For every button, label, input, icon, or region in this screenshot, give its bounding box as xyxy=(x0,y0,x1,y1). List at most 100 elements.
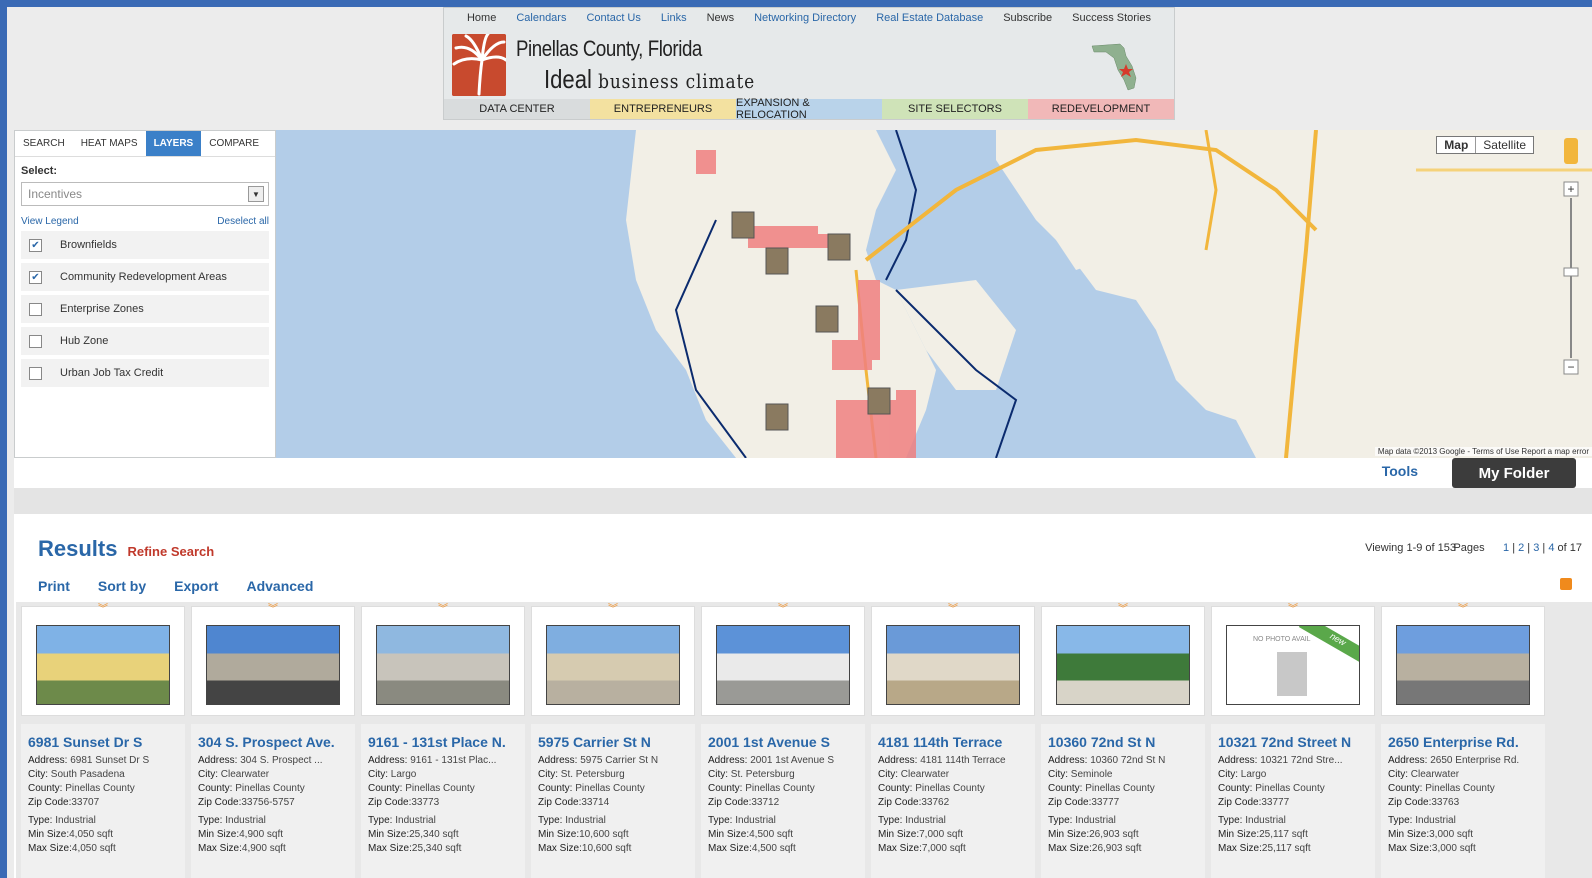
deselect-all-link[interactable]: Deselect all xyxy=(217,216,269,227)
listing-title[interactable]: 6981 Sunset Dr S xyxy=(28,734,178,750)
expand-arrows-icon[interactable]: ︾ xyxy=(948,605,958,615)
listing-card[interactable]: ︾ 304 S. Prospect Ave. Address: 304 S. Pro… xyxy=(188,602,358,878)
listing-title[interactable]: 5975 Carrier St N xyxy=(538,734,688,750)
section-site-selectors[interactable]: SITE SELECTORS xyxy=(882,99,1028,119)
expand-arrows-icon[interactable]: ︾ xyxy=(608,605,618,615)
checkbox-urban-job-tax-credit[interactable] xyxy=(29,366,42,380)
listing-address: Address: 2650 Enterprise Rd. xyxy=(1388,754,1538,768)
map-attribution[interactable]: Map data ©2013 Google - Terms of Use Rep… xyxy=(1374,447,1592,456)
expand-arrows-icon[interactable]: ︾ xyxy=(438,605,448,615)
nav-real-estate-database[interactable]: Real Estate Database xyxy=(866,12,993,24)
listing-card[interactable]: ︾ 2650 Enterprise Rd. Address: 2650 Enterp… xyxy=(1378,602,1548,878)
section-redevelopment[interactable]: REDEVELOPMENT xyxy=(1028,99,1174,119)
sort-by-link[interactable]: Sort by xyxy=(98,578,146,594)
listing-photo[interactable] xyxy=(206,625,340,705)
page-3[interactable]: 3 xyxy=(1533,542,1539,554)
layer-community-redevelopment[interactable]: ✔ Community Redevelopment Areas xyxy=(21,263,269,291)
map-canvas[interactable] xyxy=(276,130,1592,458)
listing-card[interactable]: ︾ 4181 114th Terrace Address: 4181 114th T… xyxy=(868,602,1038,878)
listing-title[interactable]: 2650 Enterprise Rd. xyxy=(1388,734,1538,750)
listing-title[interactable]: 304 S. Prospect Ave. xyxy=(198,734,348,750)
checkbox-hub-zone[interactable] xyxy=(29,334,42,348)
tab-search[interactable]: SEARCH xyxy=(15,131,73,156)
advanced-link[interactable]: Advanced xyxy=(246,578,313,594)
nav-links[interactable]: Links xyxy=(651,12,697,24)
expand-arrows-icon[interactable]: ︾ xyxy=(98,605,108,615)
tab-heat-maps[interactable]: HEAT MAPS xyxy=(73,131,146,156)
checkbox-community-redevelopment[interactable]: ✔ xyxy=(29,270,42,284)
map-view[interactable]: Map Satellite + − Map data ©2013 Google … xyxy=(276,130,1592,458)
listing-photo-frame: ︾ xyxy=(361,605,525,716)
legend-row: View Legend Deselect all xyxy=(21,216,269,227)
my-folder-button[interactable]: My Folder xyxy=(1452,458,1576,488)
nav-calendars[interactable]: Calendars xyxy=(506,12,576,24)
layer-enterprise-zones[interactable]: Enterprise Zones xyxy=(21,295,269,323)
listing-min-size: Min Size:10,600 sqft xyxy=(538,828,688,842)
print-link[interactable]: Print xyxy=(38,578,70,594)
listing-photo[interactable] xyxy=(1056,625,1190,705)
map-button[interactable]: Map xyxy=(1437,137,1477,153)
listing-card[interactable]: ︾ 10360 72nd St N Address: 10360 72nd St N… xyxy=(1038,602,1208,878)
listing-photo[interactable]: NO PHOTO AVAIL new xyxy=(1226,625,1360,705)
listing-photo[interactable] xyxy=(1396,625,1530,705)
nav-home[interactable]: Home xyxy=(457,12,506,24)
layer-urban-job-tax-credit[interactable]: Urban Job Tax Credit xyxy=(21,359,269,387)
expand-arrows-icon[interactable]: ︾ xyxy=(778,605,788,615)
layer-hub-zone[interactable]: Hub Zone xyxy=(21,327,269,355)
listing-max-size: Max Size:7,000 sqft xyxy=(878,842,1028,856)
page-4[interactable]: 4 xyxy=(1548,542,1554,554)
zoom-control[interactable]: + − xyxy=(1560,138,1582,378)
nav-subscribe[interactable]: Subscribe xyxy=(993,12,1062,24)
refine-search-link[interactable]: Refine Search xyxy=(127,544,214,559)
tab-layers[interactable]: LAYERS xyxy=(145,131,202,156)
listing-title[interactable]: 2001 1st Avenue S xyxy=(708,734,858,750)
section-expansion-relocation[interactable]: EXPANSION & RELOCATION xyxy=(736,97,882,121)
tools-link[interactable]: Tools xyxy=(1382,463,1418,479)
listing-photo-frame: ︾ xyxy=(871,605,1035,716)
layer-brownfields[interactable]: ✔ Brownfields xyxy=(21,231,269,259)
listing-card[interactable]: ︾ 9161 - 131st Place N. Address: 9161 - 13… xyxy=(358,602,528,878)
listing-photo[interactable] xyxy=(376,625,510,705)
listing-card[interactable]: ︾ 6981 Sunset Dr S Address: 6981 Sunset Dr… xyxy=(18,602,188,878)
listing-title[interactable]: 4181 114th Terrace xyxy=(878,734,1028,750)
logo-ideal: Ideal xyxy=(544,64,592,94)
checkbox-brownfields[interactable]: ✔ xyxy=(29,238,42,252)
chevron-down-icon[interactable]: ▼ xyxy=(248,186,264,202)
expand-arrows-icon[interactable]: ︾ xyxy=(1118,605,1128,615)
page-1[interactable]: 1 xyxy=(1503,542,1509,554)
page-2[interactable]: 2 xyxy=(1518,542,1524,554)
section-data-center[interactable]: DATA CENTER xyxy=(444,99,590,119)
listing-title[interactable]: 10321 72nd Street N xyxy=(1218,734,1368,750)
field-value: 25,117 sqft xyxy=(1259,829,1308,840)
listing-photo[interactable] xyxy=(716,625,850,705)
tab-compare[interactable]: COMPARE xyxy=(201,131,267,156)
field-value: 2001 1st Avenue S xyxy=(750,755,835,766)
nav-success-stories[interactable]: Success Stories xyxy=(1062,12,1161,24)
section-entrepreneurs[interactable]: ENTREPRENEURS xyxy=(590,99,736,119)
checkbox-enterprise-zones[interactable] xyxy=(29,302,42,316)
field-value: Seminole xyxy=(1070,769,1113,780)
field-label: Type: xyxy=(1388,815,1416,826)
listing-type: Type: Industrial xyxy=(878,814,1028,828)
nav-contact-us[interactable]: Contact Us xyxy=(576,12,650,24)
listing-photo[interactable] xyxy=(36,625,170,705)
export-link[interactable]: Export xyxy=(174,578,218,594)
expand-arrows-icon[interactable]: ︾ xyxy=(268,605,278,615)
listing-info: 2001 1st Avenue S Address: 2001 1st Avenu… xyxy=(701,724,865,878)
listing-photo[interactable] xyxy=(546,625,680,705)
layer-category-select[interactable]: Incentives ▼ xyxy=(21,182,269,206)
listing-card[interactable]: ︾ NO PHOTO AVAIL new 10321 72nd Street N Add… xyxy=(1208,602,1378,878)
listing-title[interactable]: 10360 72nd St N xyxy=(1048,734,1198,750)
nav-networking-directory[interactable]: Networking Directory xyxy=(744,12,866,24)
listing-title[interactable]: 9161 - 131st Place N. xyxy=(368,734,518,750)
satellite-button[interactable]: Satellite xyxy=(1476,137,1533,153)
listing-card[interactable]: ︾ 5975 Carrier St N Address: 5975 Carrier … xyxy=(528,602,698,878)
listing-photo[interactable] xyxy=(886,625,1020,705)
expand-arrows-icon[interactable]: ︾ xyxy=(1288,605,1298,615)
palm-logo-icon[interactable] xyxy=(452,34,506,96)
rss-icon[interactable] xyxy=(1560,578,1572,590)
expand-arrows-icon[interactable]: ︾ xyxy=(1458,605,1468,615)
nav-news[interactable]: News xyxy=(697,12,745,24)
view-legend-link[interactable]: View Legend xyxy=(21,216,79,227)
listing-card[interactable]: ︾ 2001 1st Avenue S Address: 2001 1st Aven… xyxy=(698,602,868,878)
